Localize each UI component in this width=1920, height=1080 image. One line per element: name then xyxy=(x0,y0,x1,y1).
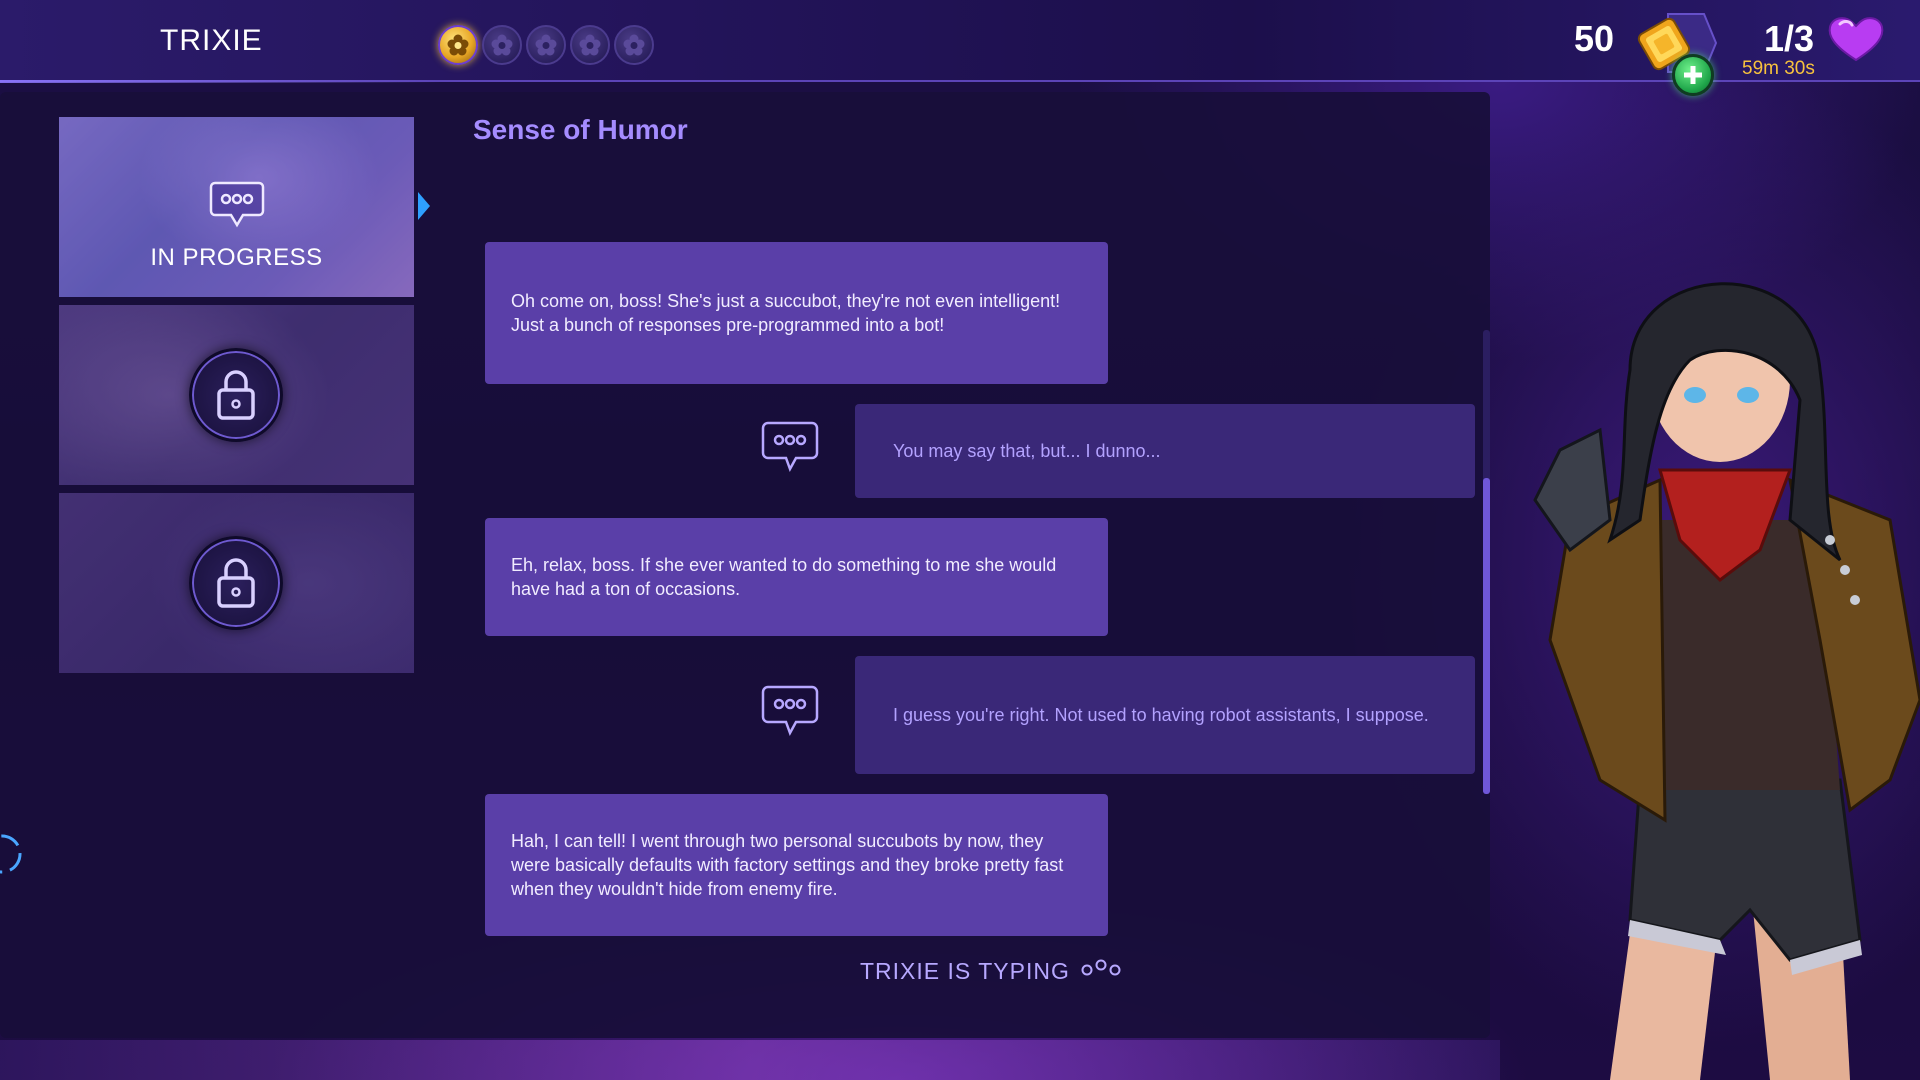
affection-level-2-icon xyxy=(482,25,522,65)
jacket-stud xyxy=(1825,535,1835,545)
jacket-stud xyxy=(1850,595,1860,605)
character-name: TRIXIE xyxy=(160,24,263,57)
hearts-refill-timer: 59m 30s xyxy=(1742,58,1815,79)
message-text: Hah, I can tell! I went through two pers… xyxy=(511,831,1064,899)
scene-thumbnail-2[interactable] xyxy=(59,305,414,485)
typing-label: TRIXIE IS TYPING xyxy=(860,958,1070,984)
scene-status-label: IN PROGRESS xyxy=(150,244,323,271)
affection-level-row xyxy=(438,25,654,65)
npc-message: Eh, relax, boss. If she ever wanted to d… xyxy=(485,518,1108,636)
heart-icon xyxy=(1828,17,1884,62)
lock-icon xyxy=(217,370,255,420)
loading-spinner-icon xyxy=(0,834,22,874)
jacket-stud xyxy=(1840,565,1850,575)
gems-counter: 50 xyxy=(1574,18,1615,59)
chat-scrollbar-thumb[interactable] xyxy=(1483,478,1490,794)
player-message: I guess you're right. Not used to having… xyxy=(855,656,1475,774)
character-eye-right xyxy=(1737,387,1759,403)
character-portrait xyxy=(1533,282,1920,1080)
chat-title: Sense of Humor xyxy=(473,114,688,145)
locked-badge xyxy=(189,348,283,442)
player-reply-icon xyxy=(761,685,819,737)
affection-level-5-icon xyxy=(614,25,654,65)
bottom-glow xyxy=(0,1040,1500,1080)
scene-thumbnail-3[interactable] xyxy=(59,493,414,673)
npc-message: Oh come on, boss! She's just a succubot,… xyxy=(485,242,1108,384)
player-reply-icon xyxy=(761,421,819,473)
flower-medal-icon xyxy=(623,34,645,56)
character-eye-left xyxy=(1684,387,1706,403)
typing-dots-icon xyxy=(1081,959,1121,976)
top-bar-highlight xyxy=(0,80,440,83)
npc-message: Hah, I can tell! I went through two pers… xyxy=(485,794,1108,936)
affection-level-3-icon xyxy=(526,25,566,65)
message-text: I guess you're right. Not used to having… xyxy=(893,705,1429,725)
chat-bubble-icon xyxy=(209,181,265,228)
scene-thumbnail-1[interactable]: IN PROGRESS xyxy=(59,117,414,297)
selected-scene-arrow-icon xyxy=(418,192,430,220)
locked-badge xyxy=(189,536,283,630)
flower-medal-icon xyxy=(491,34,513,56)
flower-medal-icon xyxy=(447,34,469,56)
affection-level-4-icon xyxy=(570,25,610,65)
flower-medal-icon xyxy=(579,34,601,56)
lock-icon xyxy=(217,558,255,608)
message-text: Eh, relax, boss. If she ever wanted to d… xyxy=(511,555,1057,599)
player-message: You may say that, but... I dunno... xyxy=(855,404,1475,498)
typing-indicator: TRIXIE IS TYPING xyxy=(860,958,1122,985)
plus-icon xyxy=(1684,66,1702,84)
hearts-counter: 1/3 xyxy=(1764,18,1815,59)
message-text: Oh come on, boss! She's just a succubot,… xyxy=(511,291,1061,335)
affection-level-1-icon xyxy=(438,25,478,65)
message-text: You may say that, but... I dunno... xyxy=(893,441,1161,461)
add-gems-button[interactable] xyxy=(1672,54,1714,96)
flower-medal-icon xyxy=(535,34,557,56)
